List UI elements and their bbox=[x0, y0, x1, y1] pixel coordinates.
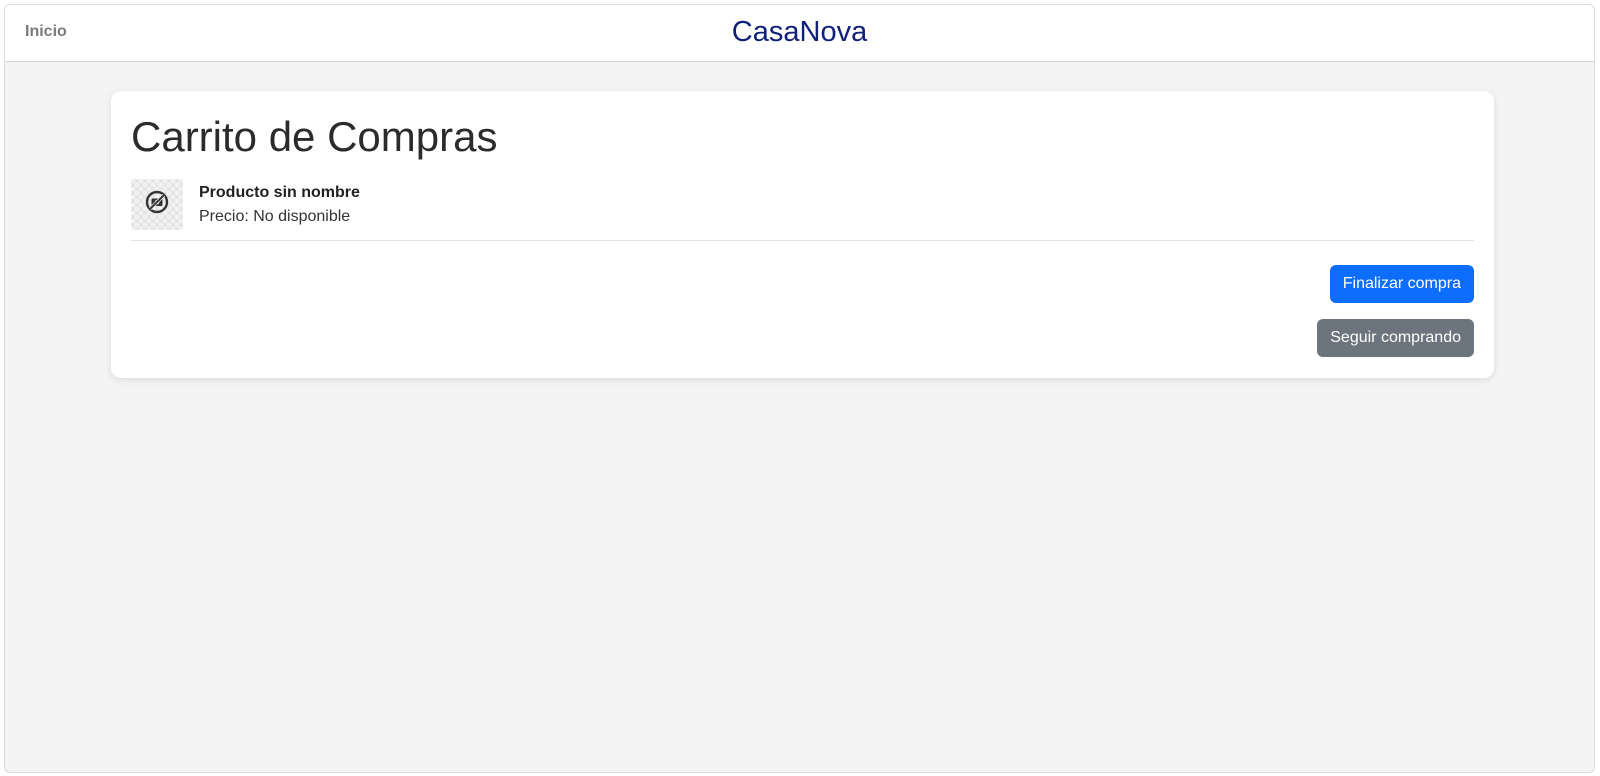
price-value: No disponible bbox=[253, 208, 351, 225]
browser-viewport: Inicio CasaNova Carrito de Compras Produ… bbox=[4, 4, 1595, 773]
checkout-button[interactable]: Finalizar compra bbox=[1329, 265, 1474, 303]
product-name: Producto sin nombre bbox=[199, 184, 360, 201]
cart-card: Carrito de Compras Producto sin nombre P… bbox=[111, 91, 1494, 378]
image-unavailable-icon bbox=[145, 190, 169, 219]
cart-item: Producto sin nombre Precio: No disponible bbox=[131, 179, 1474, 241]
product-price: Precio: No disponible bbox=[199, 208, 350, 226]
product-thumbnail bbox=[131, 179, 183, 230]
navbar: Inicio CasaNova bbox=[5, 5, 1594, 62]
price-label: Precio: bbox=[199, 208, 249, 225]
continue-shopping-button[interactable]: Seguir comprando bbox=[1317, 319, 1474, 357]
page-title: Carrito de Compras bbox=[131, 113, 498, 160]
brand-title: CasaNova bbox=[731, 16, 868, 48]
